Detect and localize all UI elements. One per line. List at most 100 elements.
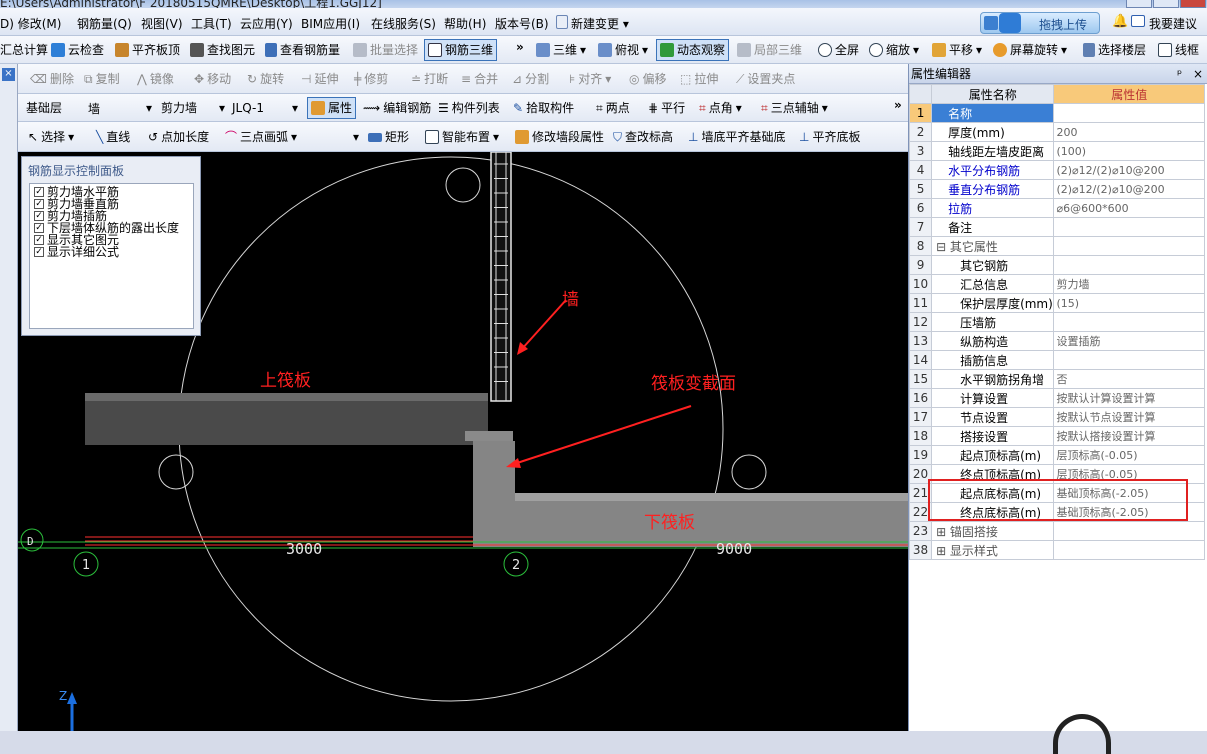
dropdown-arrow-icon[interactable]: ▾ bbox=[353, 126, 359, 148]
property-row[interactable]: 14 插筋信息 bbox=[908, 350, 1205, 370]
three-point-arc-button[interactable]: ⌒ 三点画弧 ▾ bbox=[225, 126, 297, 148]
offset-button[interactable]: ◎ 偏移 bbox=[629, 68, 667, 90]
property-row[interactable]: 4 水平分布钢筋 (2)⌀12/(2)⌀10@200 bbox=[908, 160, 1205, 180]
menu-bim[interactable]: BIM应用(I) bbox=[301, 15, 360, 32]
rebar-3d-button[interactable]: 钢筋三维 bbox=[424, 39, 498, 61]
edit-rebar-button[interactable]: ⟿ 编辑钢筋 bbox=[363, 97, 431, 119]
property-value[interactable] bbox=[1053, 540, 1205, 560]
property-value[interactable] bbox=[1053, 236, 1205, 256]
property-row[interactable]: 5 垂直分布钢筋 (2)⌀12/(2)⌀10@200 bbox=[908, 179, 1205, 199]
rotate-button[interactable]: ↻ 旋转 bbox=[247, 68, 284, 90]
calculate-button[interactable]: 汇总计算 bbox=[0, 39, 48, 61]
line-button[interactable]: ╲ 直线 bbox=[96, 126, 130, 148]
select-floor-button[interactable]: 选择楼层 bbox=[1083, 39, 1146, 61]
extend-button[interactable]: ⊣ 延伸 bbox=[301, 68, 338, 90]
view-3d-button[interactable]: 三维 ▾ bbox=[536, 39, 586, 61]
menu-view[interactable]: 视图(V) bbox=[141, 15, 183, 32]
minimize-button[interactable] bbox=[1126, 0, 1152, 8]
property-value[interactable]: 按默认搭接设置计算 bbox=[1053, 426, 1205, 446]
wall-element[interactable] bbox=[490, 152, 512, 402]
property-row[interactable]: 9 其它钢筋 bbox=[908, 255, 1205, 275]
orbit-handle-right[interactable] bbox=[731, 454, 767, 490]
rectangle-button[interactable]: 矩形 bbox=[368, 126, 409, 148]
pick-component-button[interactable]: ✎ 拾取构件 bbox=[513, 97, 574, 119]
suggest-button[interactable]: 我要建议 bbox=[1131, 15, 1197, 32]
break-button[interactable]: ≐ 打断 bbox=[411, 68, 448, 90]
close-window-button[interactable] bbox=[1180, 0, 1206, 8]
property-row[interactable]: 10 汇总信息 剪力墙 bbox=[908, 274, 1205, 294]
property-value[interactable] bbox=[1053, 521, 1205, 541]
component-select[interactable]: JLQ-1 ▾ bbox=[232, 97, 298, 119]
smart-layout-button[interactable]: 智能布置 ▾ bbox=[425, 126, 499, 148]
two-points-button[interactable]: ⌗ 两点 bbox=[596, 97, 630, 119]
select-button[interactable]: ↖ 选择 ▾ bbox=[28, 126, 74, 148]
menu-version[interactable]: 版本号(B) bbox=[495, 15, 549, 32]
pin-icon[interactable]: ᵖ bbox=[1177, 64, 1182, 84]
overflow-chevron-icon[interactable]: » bbox=[894, 94, 902, 116]
bell-icon[interactable]: 🔔 bbox=[1112, 14, 1128, 29]
property-value[interactable]: 200 bbox=[1053, 122, 1205, 142]
property-value[interactable]: (100) bbox=[1053, 141, 1205, 161]
menu-online[interactable]: 在线服务(S) bbox=[371, 15, 436, 32]
property-row[interactable]: 1 名称 JLQ-1 bbox=[908, 103, 1205, 123]
property-value[interactable]: 按默认计算设置计算 bbox=[1053, 388, 1205, 408]
property-value[interactable]: (2)⌀12/(2)⌀10@200 bbox=[1053, 179, 1205, 199]
property-row[interactable]: 19 起点顶标高(m) 层顶标高(-0.05) bbox=[908, 445, 1205, 465]
property-value[interactable]: (2)⌀12/(2)⌀10@200 bbox=[1053, 160, 1205, 180]
point-length-button[interactable]: ↺ 点加长度 bbox=[148, 126, 209, 148]
subtype-select[interactable]: 剪力墙 ▾ bbox=[161, 97, 225, 119]
property-row[interactable]: 12 压墙筋 bbox=[908, 312, 1205, 332]
stretch-button[interactable]: ⬚ 拉伸 bbox=[680, 68, 718, 90]
flush-slab-top-button[interactable]: 平齐板顶 bbox=[115, 39, 180, 61]
check-elevation-button[interactable]: ⛉ 查改标高 bbox=[613, 126, 673, 148]
drag-upload-widget[interactable]: 拖拽上传 bbox=[980, 12, 1100, 34]
point-angle-button[interactable]: ⌗ 点角 ▾ bbox=[699, 97, 742, 119]
menu-help[interactable]: 帮助(H) bbox=[444, 15, 486, 32]
property-value[interactable] bbox=[1053, 312, 1205, 332]
find-element-button[interactable]: 查找图元 bbox=[190, 39, 255, 61]
set-grip-button[interactable]: ⟋ 设置夹点 bbox=[736, 68, 795, 90]
wall-bottom-flush-button[interactable]: ⊥ 墙底平齐基础底 bbox=[688, 126, 785, 148]
component-list-button[interactable]: ☰ 构件列表 bbox=[438, 97, 500, 119]
parallel-button[interactable]: ⋕ 平行 bbox=[648, 97, 685, 119]
cloud-check-button[interactable]: 云检查 bbox=[51, 39, 104, 61]
copy-button[interactable]: ⧉ 复制 bbox=[84, 68, 120, 90]
merge-button[interactable]: ≡ 合并 bbox=[461, 68, 498, 90]
view-rebar-quantity-button[interactable]: 查看钢筋量 bbox=[265, 39, 340, 61]
local-3d-button[interactable]: 局部三维 bbox=[737, 39, 802, 61]
close-icon[interactable]: × bbox=[1193, 64, 1203, 84]
three-point-axis-button[interactable]: ⌗ 三点辅轴 ▾ bbox=[761, 97, 828, 119]
menu-cloud[interactable]: 云应用(Y) bbox=[240, 15, 293, 32]
menu-rebar-quantity[interactable]: 钢筋量(Q) bbox=[77, 15, 132, 32]
trim-button[interactable]: ╪ 修剪 bbox=[354, 68, 388, 90]
properties-button[interactable]: 属性 bbox=[307, 97, 357, 119]
property-row[interactable]: 6 拉筋 ⌀6@600*600 bbox=[908, 198, 1205, 218]
fullscreen-button[interactable]: 全屏 bbox=[818, 39, 859, 61]
property-row[interactable]: 7 备注 bbox=[908, 217, 1205, 237]
split-button[interactable]: ⊿ 分割 bbox=[512, 68, 549, 90]
property-value[interactable] bbox=[1053, 350, 1205, 370]
property-value[interactable]: JLQ-1 bbox=[1053, 103, 1205, 123]
property-value[interactable] bbox=[1053, 217, 1205, 237]
property-value[interactable]: 设置插筋 bbox=[1053, 331, 1205, 351]
menu-modify[interactable]: D) 修改(M) bbox=[0, 15, 61, 32]
align-button[interactable]: ⊧ 对齐 ▾ bbox=[569, 68, 611, 90]
property-row[interactable]: 15 水平钢筋拐角增否 bbox=[908, 369, 1205, 389]
menu-tools[interactable]: 工具(T) bbox=[191, 15, 232, 32]
batch-select-button[interactable]: 批量选择 bbox=[353, 39, 418, 61]
mirror-button[interactable]: ⋀ 镜像 bbox=[137, 68, 174, 90]
property-row[interactable]: 2 厚度(mm) 200 bbox=[908, 122, 1205, 142]
menu-new-change[interactable]: 新建变更 ▾ bbox=[556, 15, 629, 32]
move-button[interactable]: ✥ 移动 bbox=[194, 68, 231, 90]
property-value[interactable]: ⌀6@600*600 bbox=[1053, 198, 1205, 218]
orbit-handle-top[interactable] bbox=[445, 167, 481, 203]
zoom-button[interactable]: 缩放 ▾ bbox=[869, 39, 919, 61]
flush-bottom-slab-button[interactable]: ⊥ 平齐底板 bbox=[799, 126, 860, 148]
orbit-handle-left[interactable] bbox=[158, 454, 194, 490]
rotate-screen-button[interactable]: 屏幕旋转 ▾ bbox=[993, 39, 1067, 61]
property-row[interactable]: 17 节点设置 按默认节点设置计算 bbox=[908, 407, 1205, 427]
pan-button[interactable]: 平移 ▾ bbox=[932, 39, 982, 61]
property-value[interactable]: 按默认节点设置计算 bbox=[1053, 407, 1205, 427]
modify-wall-segment-button[interactable]: 修改墙段属性 bbox=[515, 126, 604, 148]
property-row[interactable]: 16 计算设置 按默认计算设置计算 bbox=[908, 388, 1205, 408]
